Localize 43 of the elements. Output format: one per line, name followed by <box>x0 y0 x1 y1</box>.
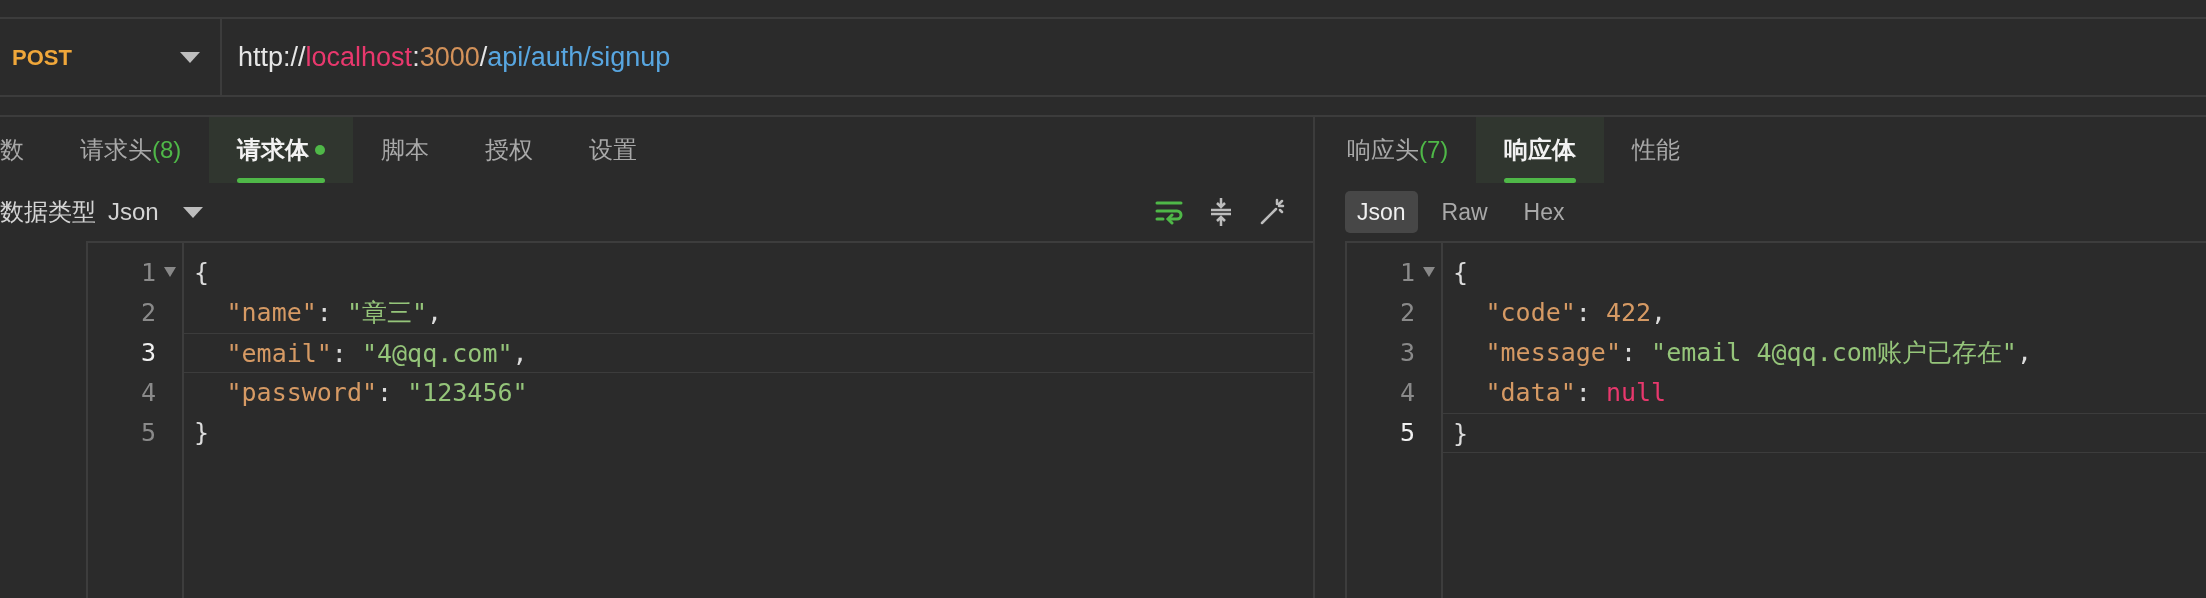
line-number: 1 <box>140 258 156 287</box>
code-line: { <box>1453 258 1469 287</box>
caret-icon <box>180 51 200 63</box>
format-tab[interactable]: Json <box>1345 190 1418 234</box>
format-tab[interactable]: Hex <box>1511 190 1577 234</box>
code-line: "name": "章三", <box>225 298 443 327</box>
magic-wand-icon[interactable] <box>1259 198 1287 226</box>
caret-icon <box>182 206 203 218</box>
line-number: 2 <box>140 298 156 327</box>
wrap-icon[interactable] <box>1155 199 1183 225</box>
line-number: 4 <box>140 378 156 407</box>
body-type-select[interactable]: Json <box>108 194 203 230</box>
tab[interactable]: 设置 <box>561 117 666 183</box>
line-number: 4 <box>1399 378 1415 407</box>
code-line: "email": "4@qq.com", <box>225 339 528 368</box>
line-number: 5 <box>1399 418 1415 447</box>
code-line: "data": null <box>1484 378 1667 407</box>
line-number: 2 <box>1399 298 1415 327</box>
collapse-icon[interactable] <box>1209 197 1233 227</box>
tab[interactable]: 性能 <box>1604 117 1709 183</box>
format-tab[interactable]: Raw <box>1429 190 1500 234</box>
code-line: } <box>194 418 210 447</box>
url-field[interactable]: http://localhost:3000/api/auth/signup <box>222 36 671 78</box>
line-number: 3 <box>1399 338 1415 367</box>
line-number: 5 <box>140 418 156 447</box>
code-line: "message": "email 4@qq.com账户已存在", <box>1484 338 2032 367</box>
tab[interactable]: 响应体 <box>1476 117 1605 183</box>
code-line: { <box>194 258 210 287</box>
tab[interactable]: 授权 <box>457 117 562 183</box>
tab[interactable]: 响应头(7) <box>1319 117 1477 183</box>
body-type-label: 数据类型 <box>0 197 96 227</box>
code-line: "password": "123456" <box>225 378 528 407</box>
fold-icon[interactable] <box>164 267 176 277</box>
tab[interactable]: 请求体 <box>209 117 354 183</box>
code-line: "code": 422, <box>1484 298 1667 327</box>
code-line: } <box>1453 419 1469 448</box>
line-number: 3 <box>140 338 156 367</box>
tab[interactable]: 脚本 <box>353 117 458 183</box>
method-select[interactable]: POST <box>0 19 222 95</box>
tab[interactable]: 请求头(8) <box>52 117 210 183</box>
line-number: 1 <box>1399 258 1415 287</box>
fold-icon[interactable] <box>1423 267 1435 277</box>
tab[interactable]: 数 <box>0 117 52 183</box>
